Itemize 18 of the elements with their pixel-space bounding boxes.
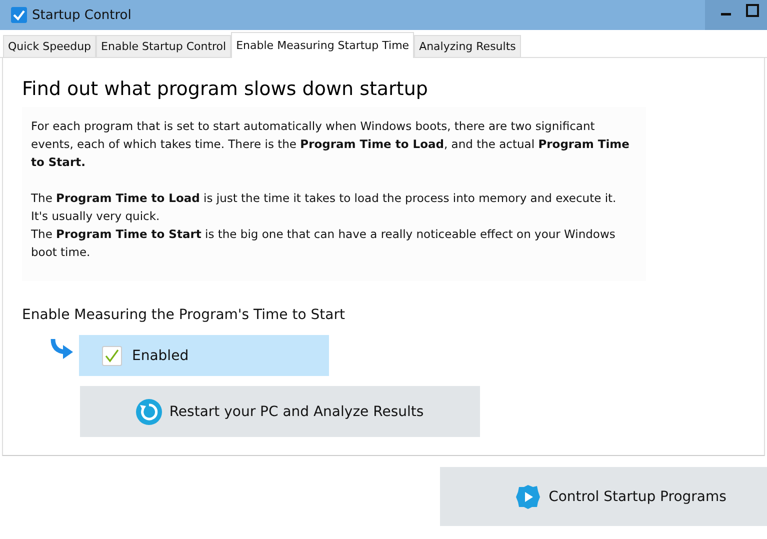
- description-text: For each program that is set to start automatically when Windows boots, there are two significant events, each of which takes time. There is the Program Time to Load, and the actual Program Time to Start.: [31, 118, 630, 171]
- window-title: Startup Control: [32, 8, 132, 22]
- heading: Find out what program slows down startup: [22, 78, 429, 100]
- description-text: The Program Time to Load is just the time it takes to load the process into memory and execute it. It's usually very quick.: [31, 190, 618, 225]
- checkbox-icon[interactable]: [102, 346, 122, 366]
- tab[interactable]: Analyzing Results: [414, 35, 521, 57]
- control-startup-button[interactable]: Control Startup Programs: [440, 467, 767, 526]
- tab[interactable]: Enable Measuring Startup Time: [231, 32, 414, 58]
- refresh-icon: [136, 398, 162, 424]
- enabled-checkbox[interactable]: Enabled: [79, 335, 329, 376]
- tab[interactable]: Quick Speedup: [3, 35, 96, 57]
- section-label: Enable Measuring the Program's Time to Start: [22, 307, 346, 323]
- tab[interactable]: Enable Startup Control: [96, 35, 232, 57]
- description-text: The Program Time to Start is the big one that can have a really noticeable effect on your Windows boot time.: [31, 226, 616, 261]
- play-gear-icon: [514, 484, 541, 510]
- restart-button[interactable]: Restart your PC and Analyze Results: [80, 386, 480, 437]
- curved-arrow-icon: [49, 337, 75, 361]
- maximize-icon[interactable]: [746, 4, 759, 17]
